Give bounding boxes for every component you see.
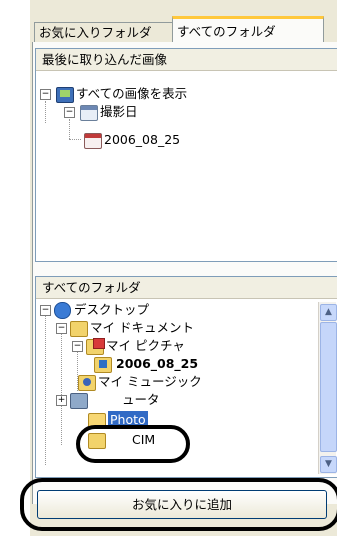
expand-toggle-icon[interactable]: + (56, 395, 67, 406)
tree-line (45, 101, 46, 123)
collapse-toggle-icon[interactable]: − (64, 107, 75, 118)
tree-item-label: 2006_08_25 (104, 132, 181, 147)
tab-favorites[interactable]: お気に入りフォルダ (34, 22, 179, 43)
vertical-scrollbar[interactable]: ▲ ▼ (318, 302, 337, 474)
tree-item-label: マイ ピクチャ (106, 338, 185, 353)
my-documents-icon (70, 321, 88, 337)
collapse-toggle-icon[interactable]: − (72, 341, 83, 352)
tab-all-folders[interactable]: すべてのフォルダ (172, 16, 324, 45)
scroll-down-icon[interactable]: ▼ (320, 456, 337, 473)
dated-calendar-icon (84, 133, 102, 149)
annotation-circle-photo (76, 425, 190, 463)
monitor-icon (56, 87, 74, 103)
computer-icon (70, 393, 88, 409)
tree-item-label: 撮影日 (100, 104, 138, 119)
tree-line (61, 333, 62, 445)
import-folder-icon (94, 357, 112, 373)
collapse-toggle-icon[interactable]: − (40, 89, 51, 100)
scroll-up-icon[interactable]: ▲ (320, 304, 337, 321)
calendar-icon (80, 105, 98, 121)
annotation-circle-add-button (20, 478, 337, 531)
tree-item-label: デスクトップ (74, 302, 150, 317)
collapse-toggle-icon[interactable]: − (56, 323, 67, 334)
recent-import-header: 最後に取り込んだ画像 (36, 49, 337, 71)
tree-item-label: マイ ドキュメント (90, 320, 194, 335)
tree-line (69, 139, 81, 140)
tree-item-label: すべての画像を表示 (76, 86, 188, 101)
my-music-icon (78, 375, 96, 391)
tree-line (69, 119, 70, 139)
scrollbar-thumb[interactable] (320, 322, 337, 452)
desktop-icon (54, 302, 71, 319)
tree-line (45, 315, 46, 465)
all-folders-header: すべてのフォルダ (36, 277, 337, 299)
collapse-toggle-icon[interactable]: − (40, 305, 51, 316)
tree-item-label: ュータ (122, 392, 160, 407)
recent-import-group: 最後に取り込んだ画像 − すべての画像を表示 − 撮影日 2006_08_25 (35, 48, 337, 262)
tree-item-label: マイ ミュージック (98, 374, 202, 389)
my-pictures-icon (86, 338, 105, 355)
tree-item-label: 2006_08_25 (116, 356, 199, 371)
